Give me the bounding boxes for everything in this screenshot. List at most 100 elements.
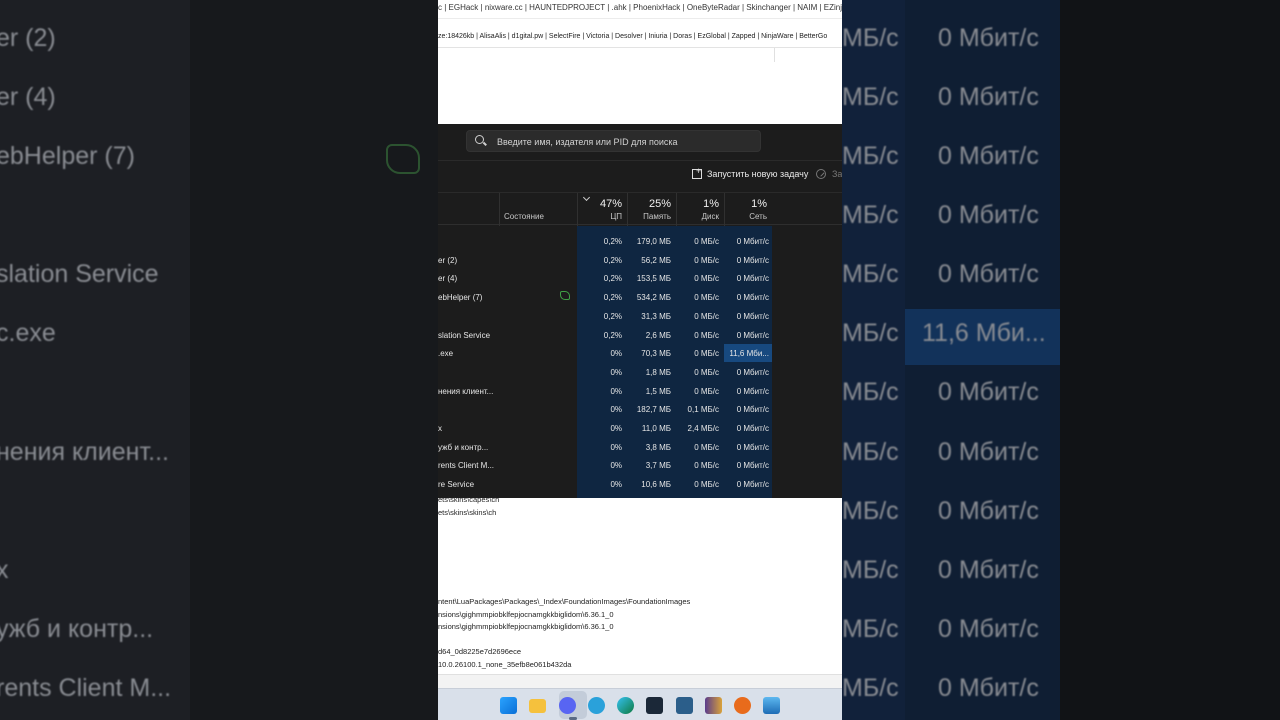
bg-disk-value: МБ/с — [842, 438, 899, 466]
cpu-value: 0% — [610, 461, 622, 471]
telegram-icon[interactable] — [588, 697, 605, 714]
process-row[interactable]: ужб и контр... 0% 3,8 МБ 0 МБ/с 0 Мбит/с — [438, 438, 842, 457]
process-row[interactable]: 0,2% 179,0 МБ 0 МБ/с 0 Мбит/с — [438, 232, 842, 251]
bg-net-value: 0 Мбит/с — [938, 378, 1039, 406]
network-value: 0 Мбит/с — [736, 367, 769, 377]
end-task-label: За — [832, 169, 842, 179]
path-line: nsions\gighmmpiobklfepjocnamgkkbiglidom\… — [438, 610, 614, 619]
bg-net-value: 0 Мбит/с — [938, 497, 1039, 525]
disk-value: 0 МБ/с — [694, 293, 719, 303]
steam-icon[interactable] — [646, 697, 663, 714]
bg-disk-value: МБ/с — [842, 615, 899, 643]
process-row[interactable]: er (2) 0,2% 56,2 МБ 0 МБ/с 0 Мбит/с — [438, 251, 842, 270]
bg-disk-value: МБ/с — [842, 378, 899, 406]
bg-disk-value: МБ/с — [842, 24, 899, 52]
cpu-value: 0% — [610, 367, 622, 377]
process-row[interactable]: er (4) 0,2% 153,5 МБ 0 МБ/с 0 Мбит/с — [438, 269, 842, 288]
process-row[interactable]: 0% 182,7 МБ 0,1 МБ/с 0 Мбит/с — [438, 400, 842, 419]
process-row[interactable]: 0% 1,8 МБ 0 МБ/с 0 Мбит/с — [438, 363, 842, 382]
discord-icon[interactable] — [559, 697, 576, 714]
background-left-zoom: er (2) er (4) ebHelper (7) slation Servi… — [0, 0, 438, 720]
path-line: ets\skins\capes\ch — [438, 495, 500, 504]
cpu-value: 0,2% — [603, 237, 622, 246]
cheat-list-line: c | EGHack | nixware.cc | HAUNTEDPROJECT… — [438, 3, 842, 12]
path-line: nsions\gighmmpiobklfepjocnamgkkbiglidom\… — [438, 622, 614, 631]
disk-value: 0 МБ/с — [694, 480, 719, 490]
cpu-value: 0,2% — [603, 293, 622, 303]
process-name: нения клиент... — [438, 386, 494, 396]
network-value: 0 Мбит/с — [736, 424, 769, 433]
cpu-value: 0,2% — [603, 274, 622, 284]
process-row[interactable]: 0,2% 31,3 МБ 0 МБ/с 0 Мбит/с — [438, 307, 842, 326]
disk-value: 2,4 МБ/с — [687, 424, 719, 433]
memory-value: 1,8 МБ — [645, 367, 671, 377]
bg-net-value: 0 Мбит/с — [938, 615, 1039, 643]
cpu-value: 0% — [610, 424, 622, 433]
process-row[interactable]: нения клиент... 0% 1,5 МБ 0 МБ/с 0 Мбит/с — [438, 382, 842, 401]
network-value: 0 Мбит/с — [736, 386, 769, 396]
column-header-memory[interactable]: 25% Память — [627, 193, 676, 226]
column-header-disk[interactable]: 1% Диск — [676, 193, 724, 226]
block-icon — [816, 169, 826, 179]
column-header-cpu[interactable]: 47% ЦП — [577, 193, 627, 226]
search-box[interactable] — [466, 130, 761, 152]
bg-process-name: slation Service — [0, 260, 159, 288]
edge-icon[interactable] — [617, 697, 634, 714]
cpu-value: 0% — [610, 386, 622, 396]
bg-disk-value: МБ/с — [842, 674, 899, 702]
column-header-network[interactable]: 1% Сеть — [724, 193, 772, 226]
vpn-app-icon[interactable] — [676, 697, 693, 714]
process-name: slation Service — [438, 330, 491, 340]
end-task-button[interactable]: За — [816, 169, 842, 179]
process-name: er (4) — [438, 274, 458, 284]
bg-process-name: rents Client M... — [0, 674, 172, 702]
editor-status-bar — [438, 674, 842, 688]
run-new-task-button[interactable]: Запустить новую задачу — [692, 166, 809, 179]
editor-blank-area — [438, 48, 842, 124]
column-header-status[interactable]: Состояние — [499, 193, 577, 226]
bg-net-value: 0 Мбит/с — [938, 438, 1039, 466]
memory-value: 11,0 МБ — [641, 424, 671, 433]
network-value: 0 Мбит/с — [736, 274, 769, 284]
cpu-value: 0% — [610, 349, 622, 359]
network-value: 0 Мбит/с — [736, 255, 769, 265]
network-value: 0 Мбит/с — [736, 480, 769, 490]
file-explorer-icon[interactable] — [529, 699, 546, 713]
efficiency-leaf-icon — [386, 144, 420, 174]
memory-value: 1,5 МБ — [645, 386, 671, 396]
bg-disk-value: МБ/с — [842, 142, 899, 170]
network-value: 11,6 Мби... — [729, 349, 769, 359]
process-row[interactable]: rents Client M... 0% 3,7 МБ 0 МБ/с 0 Мбит/с — [438, 456, 842, 475]
process-name: ужб и контр... — [438, 442, 489, 452]
search-input[interactable] — [497, 134, 757, 150]
task-manager-window: Запустить новую задачу За Состояние 47% … — [438, 124, 842, 498]
process-list: 0,2% 179,0 МБ 0 МБ/с 0 Мбит/с er (2) 0,2% 56,2… — [438, 226, 842, 498]
process-name: re Service — [438, 480, 475, 490]
memory-value: 153,5 МБ — [636, 274, 671, 284]
cpu-value: 0% — [610, 405, 622, 415]
cpu-value: 0,2% — [603, 330, 622, 340]
run-new-task-label: Запустить новую задачу — [707, 169, 809, 179]
process-row[interactable]: re Service 0% 10,6 МБ 0 МБ/с 0 Мбит/с — [438, 475, 842, 494]
process-name: rents Client M... — [438, 461, 495, 471]
search-icon — [475, 135, 484, 144]
new-task-icon — [692, 166, 702, 179]
memory-value: 2,6 МБ — [645, 330, 671, 340]
bg-process-name: c.exe — [0, 319, 56, 347]
process-row[interactable]: ebHelper (7) 0,2% 534,2 МБ 0 МБ/с 0 Мбит/с — [438, 288, 842, 307]
windows-start-icon[interactable] — [500, 697, 517, 714]
memory-value: 31,3 МБ — [641, 311, 671, 321]
bg-net-value: 0 Мбит/с — [938, 674, 1039, 702]
winrar-icon[interactable] — [705, 697, 722, 714]
bg-process-name: x — [0, 556, 9, 584]
search-tool-icon[interactable] — [734, 697, 751, 714]
memory-value: 182,7 МБ — [636, 405, 671, 415]
bg-process-name: нения клиент... — [0, 438, 169, 466]
process-row[interactable]: x 0% 11,0 МБ 2,4 МБ/с 0 Мбит/с — [438, 419, 842, 438]
cpu-value: 0% — [610, 480, 622, 490]
process-name: x — [438, 424, 442, 433]
process-row[interactable]: .exe 0% 70,3 МБ 0 МБ/с 11,6 Мби... — [438, 344, 842, 363]
photos-icon[interactable] — [763, 697, 780, 714]
process-row[interactable]: slation Service 0,2% 2,6 МБ 0 МБ/с 0 Мбит/с — [438, 326, 842, 345]
bg-net-value: 0 Мбит/с — [938, 556, 1039, 584]
